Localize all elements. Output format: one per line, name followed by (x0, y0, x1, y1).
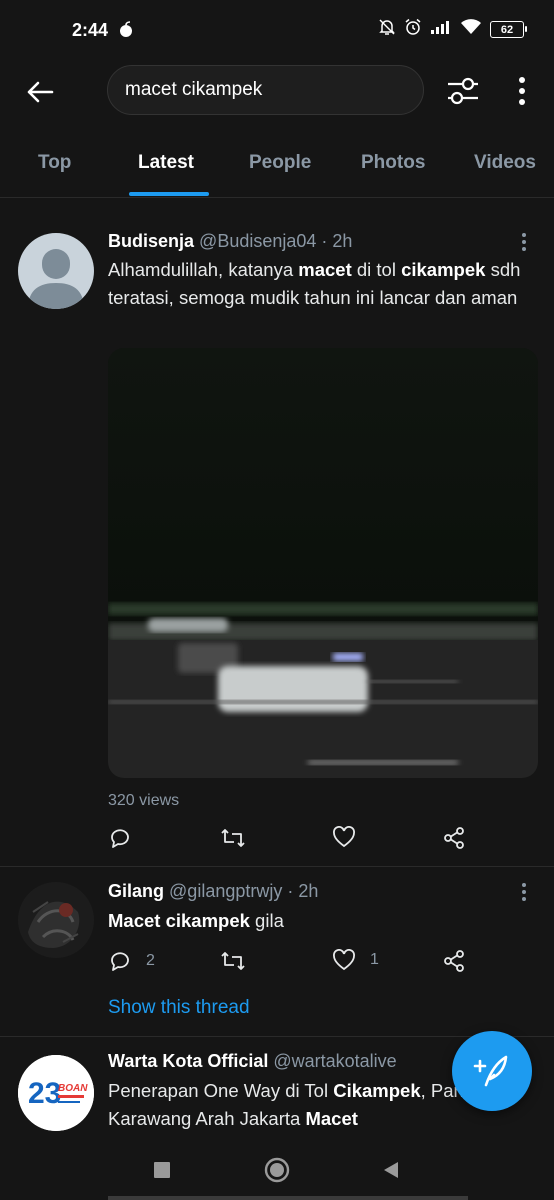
svg-text:BOAN: BOAN (58, 1083, 88, 1094)
status-bar: 2:44 62 (0, 0, 554, 62)
next-tweet-peek (108, 1190, 468, 1200)
search-tabs: Top Latest People Photos Videos (0, 130, 554, 198)
mute-icon (378, 18, 396, 41)
tweet-actions (108, 826, 478, 856)
avatar[interactable]: 23 BOAN (18, 1055, 94, 1131)
sliders-icon (448, 77, 478, 105)
tweet-actions: 2 1 (108, 949, 478, 979)
default-avatar-icon (28, 249, 84, 309)
heart-icon (333, 826, 355, 848)
vertical-dots-icon (522, 233, 526, 251)
battery-icon: 62 (490, 21, 527, 38)
search-keyword: Macet cikampek (108, 910, 250, 931)
reply-button[interactable]: 2 (108, 949, 155, 973)
feather-plus-icon (473, 1055, 508, 1087)
tweet-header: Gilang @gilangptrwjy · 2h (108, 881, 318, 902)
avatar-image (18, 882, 94, 958)
search-header: macet cikampek (0, 62, 554, 126)
reply-button[interactable] (108, 826, 132, 850)
text-run: Alhamdulillah, katanya (108, 259, 299, 280)
tweet[interactable]: Budisenja @Budisenja04 · 2h Alhamdulilla… (0, 216, 554, 867)
search-filter-button[interactable] (445, 73, 481, 109)
triangle-back-icon (384, 1162, 398, 1178)
search-keyword: cikampek (401, 259, 486, 280)
back-nav-button[interactable] (376, 1155, 406, 1185)
svg-text:23: 23 (28, 1077, 61, 1110)
vertical-dots-icon (519, 77, 525, 105)
like-button[interactable]: 1 (332, 949, 379, 971)
video-frame (108, 348, 538, 778)
tab-photos[interactable]: Photos (361, 152, 425, 174)
retweet-button[interactable] (220, 949, 246, 973)
tab-videos[interactable]: Videos (474, 152, 536, 174)
alarm-icon (404, 18, 422, 41)
back-arrow-icon (27, 81, 54, 103)
text-run: gila (249, 910, 284, 931)
retweet-button[interactable] (220, 826, 246, 850)
overflow-menu-button[interactable] (508, 74, 536, 108)
tweet-header: Budisenja @Budisenja04 · 2h (108, 231, 352, 252)
text-run: di tol (351, 259, 402, 280)
tab-people[interactable]: People (249, 152, 311, 174)
notification-app-icon (118, 21, 134, 44)
signal-icon (430, 19, 452, 40)
share-icon (444, 827, 464, 849)
search-keyword: Cikampek (333, 1080, 421, 1101)
avatar[interactable] (18, 882, 94, 958)
wartakota-logo: 23 BOAN (18, 1055, 94, 1131)
show-thread-link[interactable]: Show this thread (108, 997, 250, 1019)
view-count: 320 views (108, 792, 180, 809)
share-button[interactable] (442, 826, 466, 850)
search-keyword: macet (298, 259, 352, 280)
reply-count: 2 (146, 952, 155, 969)
back-button[interactable] (24, 76, 56, 108)
tweet-text: Penerapan One Way di Tol Cikampek, Pantu… (108, 1077, 508, 1133)
square-icon (154, 1162, 170, 1178)
compose-tweet-button[interactable] (452, 1031, 532, 1111)
share-button[interactable] (442, 949, 466, 973)
tweet-more-button[interactable] (516, 880, 532, 904)
author-name[interactable]: Warta Kota Official (108, 1051, 268, 1071)
author-name[interactable]: Gilang (108, 881, 164, 901)
author-handle[interactable]: @wartakotalive (273, 1051, 396, 1071)
active-tab-indicator (129, 192, 209, 196)
reply-icon (111, 829, 129, 848)
tweet-time: · 2h (321, 231, 353, 251)
retweet-icon (221, 952, 245, 970)
status-icons: 62 (378, 18, 527, 41)
heart-icon (333, 949, 355, 971)
tweet-header: Warta Kota Official @wartakotalive (108, 1051, 397, 1072)
share-icon (444, 950, 464, 972)
search-keyword: Macet (305, 1108, 358, 1129)
tweet-text: Macet cikampek gila (108, 907, 528, 935)
recents-button[interactable] (147, 1155, 177, 1185)
author-handle[interactable]: @Budisenja04 (199, 231, 316, 251)
tweet-text: Alhamdulillah, katanya macet di tol cika… (108, 256, 528, 312)
author-handle[interactable]: @gilangptrwjy (169, 881, 282, 901)
search-input[interactable]: macet cikampek (107, 65, 424, 115)
status-time: 2:44 (72, 20, 109, 40)
like-count: 1 (370, 951, 379, 968)
wifi-icon (460, 19, 482, 40)
retweet-icon (221, 829, 245, 847)
reply-icon (111, 952, 129, 971)
home-button[interactable] (262, 1155, 292, 1185)
avatar[interactable] (18, 233, 94, 309)
tweet-video[interactable] (108, 348, 538, 778)
tweet-more-button[interactable] (516, 230, 532, 254)
author-name[interactable]: Budisenja (108, 231, 194, 251)
tweet[interactable]: Gilang @gilangptrwjy · 2h Macet cikampek… (0, 867, 554, 1037)
circle-icon (264, 1157, 290, 1183)
tab-latest[interactable]: Latest (138, 152, 194, 174)
like-button[interactable] (332, 826, 356, 848)
text-run: Penerapan One Way di Tol (108, 1080, 334, 1101)
tab-top[interactable]: Top (38, 152, 71, 174)
vertical-dots-icon (522, 883, 526, 901)
tweet-time: · 2h (287, 881, 319, 901)
